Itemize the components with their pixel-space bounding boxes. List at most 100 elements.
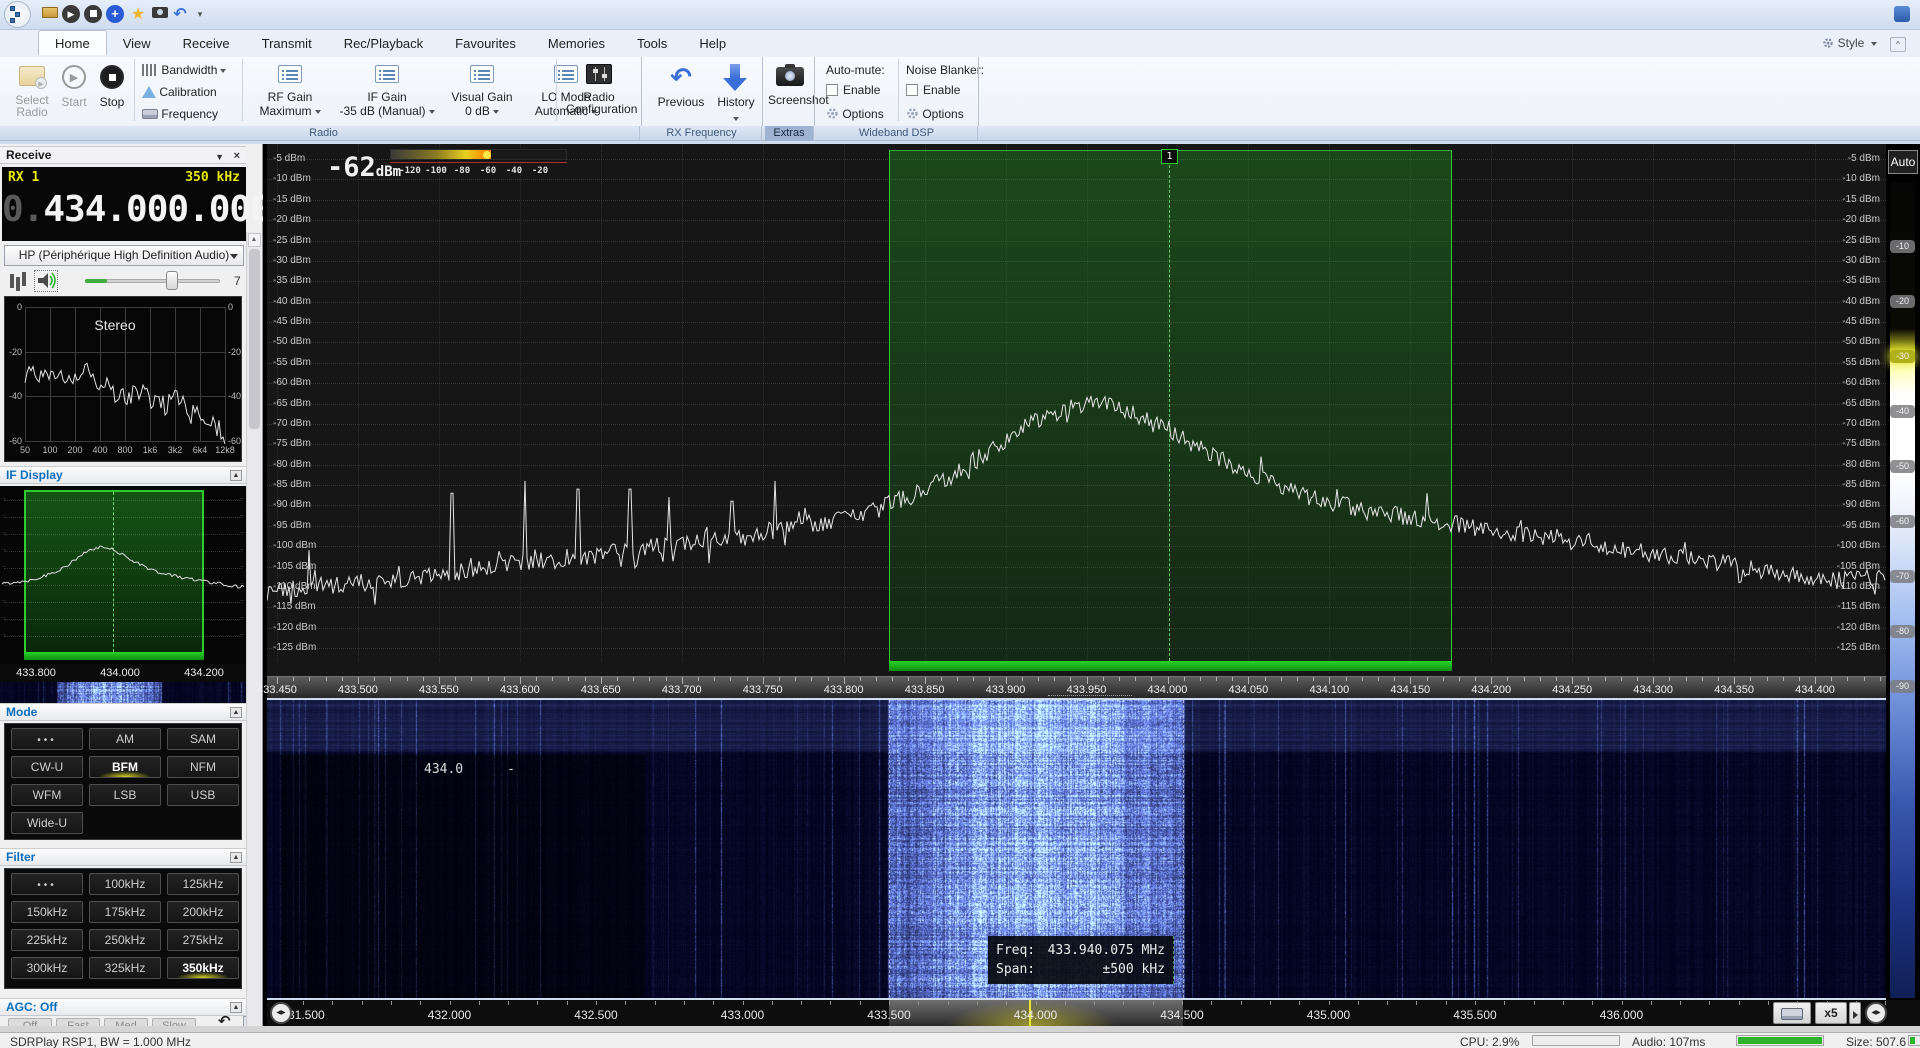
- zoom-more-button[interactable]: [1849, 1002, 1861, 1024]
- mode-button-SAM[interactable]: SAM: [167, 728, 239, 750]
- filter-button-275kHz[interactable]: 275kHz: [167, 929, 239, 951]
- play-icon[interactable]: ▶: [62, 5, 80, 23]
- mode-collapse-icon[interactable]: ▲: [230, 707, 242, 718]
- filter-button-125kHz[interactable]: 125kHz: [167, 873, 239, 895]
- add-icon[interactable]: +: [106, 5, 124, 23]
- frequency-tick-label: 433.500: [338, 684, 378, 696]
- waterfall-scale-label: 434.500: [1160, 1008, 1203, 1022]
- camera-icon[interactable]: [150, 4, 170, 24]
- filter-button-300kHz[interactable]: 300kHz: [11, 957, 83, 979]
- audio-device-select[interactable]: HP (Périphérique High Definition Audio): [4, 245, 244, 266]
- zoom-button[interactable]: x5: [1815, 1002, 1847, 1024]
- titlebar-right-icon[interactable]: [1894, 6, 1910, 22]
- frequency-digits[interactable]: 434.000.000: [43, 189, 270, 230]
- if-display-panel[interactable]: ····································433.…: [0, 486, 246, 704]
- spectrum-frequency-ruler[interactable]: 433.450433.500433.550433.600433.650433.7…: [267, 676, 1886, 698]
- previous-frequency-button[interactable]: ↶ Previous: [652, 60, 710, 108]
- mode-button-CWU[interactable]: CW-U: [11, 756, 83, 778]
- open-folder-icon[interactable]: [40, 4, 60, 24]
- filter-button-175kHz[interactable]: 175kHz: [89, 901, 161, 923]
- stop-button[interactable]: Stop: [94, 60, 130, 108]
- mode-button-WideU[interactable]: Wide-U: [11, 812, 83, 834]
- select-radio-button[interactable]: ▶ Select Radio: [12, 60, 52, 118]
- filter-button-250kHz[interactable]: 250kHz: [89, 929, 161, 951]
- scale-scroll-right-button[interactable]: ◀▶: [1865, 1002, 1887, 1024]
- style-label[interactable]: Style: [1838, 36, 1865, 50]
- mode-button-AM[interactable]: AM: [89, 728, 161, 750]
- filter-collapse-icon[interactable]: ▲: [230, 852, 242, 863]
- ribbon-drop-rf-gain[interactable]: RF GainMaximum: [250, 60, 330, 117]
- start-button[interactable]: ▶ Start: [56, 60, 92, 108]
- receive-panel: Receive ▼ × RX 1 350 kHz 0.434.000.000 H…: [0, 144, 263, 1032]
- scale-scroll-left-button[interactable]: ◀▶: [270, 1002, 292, 1024]
- stop-icon[interactable]: [84, 5, 102, 23]
- auto-mute-enable-checkbox[interactable]: Enable: [826, 83, 880, 97]
- mode-button-LSB[interactable]: LSB: [89, 784, 161, 806]
- volume-slider-thumb[interactable]: [166, 271, 178, 290]
- favourite-star-icon[interactable]: ★: [128, 4, 148, 24]
- frequency-entry-button[interactable]: [1773, 1002, 1811, 1024]
- filter-button-225kHz[interactable]: 225kHz: [11, 929, 83, 951]
- undo-icon[interactable]: ↶: [170, 4, 190, 24]
- checkbox-icon[interactable]: [906, 84, 918, 96]
- audio-bar-fill: [1738, 1037, 1822, 1044]
- scrollbar-up-arrow[interactable]: ▲: [248, 233, 261, 247]
- mode-button-USB[interactable]: USB: [167, 784, 239, 806]
- waterfall-frequency-scale[interactable]: 431.500432.000432.500433.000433.500434.0…: [267, 1000, 1920, 1026]
- frequency-button[interactable]: Frequency: [142, 107, 218, 121]
- palette-tick--60: -60: [1890, 515, 1915, 528]
- panel-scrollbar[interactable]: ▲: [246, 232, 261, 1032]
- receive-close-icon[interactable]: ×: [234, 148, 240, 165]
- agc-collapse-icon[interactable]: ▲: [230, 1002, 242, 1013]
- tab-rec-playback[interactable]: Rec/Playback: [328, 31, 439, 55]
- tab-home[interactable]: Home: [38, 30, 107, 55]
- mode-button-NFM[interactable]: NFM: [167, 756, 239, 778]
- screenshot-button[interactable]: Screenshot: [768, 60, 812, 106]
- style-menu[interactable]: Style ^: [1822, 35, 1906, 52]
- tab-tools[interactable]: Tools: [621, 31, 683, 55]
- filter-button-350kHz[interactable]: 350kHz: [167, 957, 239, 979]
- mode-button-WFM[interactable]: WFM: [11, 784, 83, 806]
- waterfall-scale-label: 433.500: [867, 1008, 910, 1022]
- noise-blanker-options-button[interactable]: Options: [906, 105, 964, 121]
- filter-button-150kHz[interactable]: 150kHz: [11, 901, 83, 923]
- auto-range-button[interactable]: Auto: [1888, 150, 1918, 174]
- scrollbar-thumb[interactable]: [249, 249, 260, 429]
- quickbar-dropdown-icon[interactable]: ▾: [190, 4, 210, 24]
- tab-help[interactable]: Help: [683, 31, 742, 55]
- filter-button-200kHz[interactable]: 200kHz: [167, 901, 239, 923]
- checkbox-icon[interactable]: [826, 84, 838, 96]
- auto-mute-title: Auto-mute:: [826, 63, 885, 77]
- tab-transmit[interactable]: Transmit: [246, 31, 328, 55]
- tab-receive[interactable]: Receive: [167, 31, 246, 55]
- receive-header: Receive ▼ ×: [0, 146, 246, 164]
- ribbon-drop-if-gain[interactable]: IF Gain-35 dB (Manual): [332, 60, 442, 117]
- app-logo-square: [15, 12, 20, 17]
- tab-memories[interactable]: Memories: [532, 31, 621, 55]
- radio-configuration-button[interactable]: Radio Configuration: [566, 60, 632, 115]
- mode-button-BFM[interactable]: BFM: [89, 756, 161, 778]
- filter-button-[interactable]: •••: [11, 873, 83, 895]
- filter-button-100kHz[interactable]: 100kHz: [89, 873, 161, 895]
- main-waterfall[interactable]: 434.0- Freq:433.940.075 MHz Span:±500 kH…: [267, 700, 1886, 998]
- calibration-button[interactable]: Calibration: [142, 85, 217, 99]
- minimize-ribbon-icon[interactable]: ^: [1890, 37, 1906, 52]
- tab-view[interactable]: View: [107, 31, 167, 55]
- filter-button-325kHz[interactable]: 325kHz: [89, 957, 161, 979]
- if-collapse-icon[interactable]: ▲: [230, 470, 242, 481]
- speaker-icon[interactable]: [34, 270, 58, 292]
- audio-spectrum-panel[interactable]: 00-20-20-40-40-60-60501002004008001k63k2…: [4, 296, 242, 462]
- ribbon-tab-bar: HomeViewReceiveTransmitRec/PlaybackFavou…: [0, 30, 1920, 57]
- mode-button-[interactable]: •••: [11, 728, 83, 750]
- tab-favourites[interactable]: Favourites: [439, 31, 532, 55]
- equalizer-icon[interactable]: [10, 274, 14, 288]
- receive-collapse-icon[interactable]: ▼: [215, 149, 224, 166]
- noise-blanker-enable-checkbox[interactable]: Enable: [906, 83, 960, 97]
- history-button[interactable]: History: [712, 60, 760, 128]
- app-logo-icon[interactable]: [4, 1, 31, 28]
- frequency-display[interactable]: RX 1 350 kHz 0.434.000.000: [2, 167, 246, 241]
- bandwidth-button[interactable]: Bandwidth: [142, 63, 226, 77]
- auto-mute-options-button[interactable]: Options: [826, 105, 884, 121]
- ribbon-drop-visual-gain[interactable]: Visual Gain0 dB: [444, 60, 520, 117]
- main-spectrum[interactable]: -5 dBm-5 dBm-10 dBm-10 dBm-15 dBm-15 dBm…: [267, 144, 1886, 676]
